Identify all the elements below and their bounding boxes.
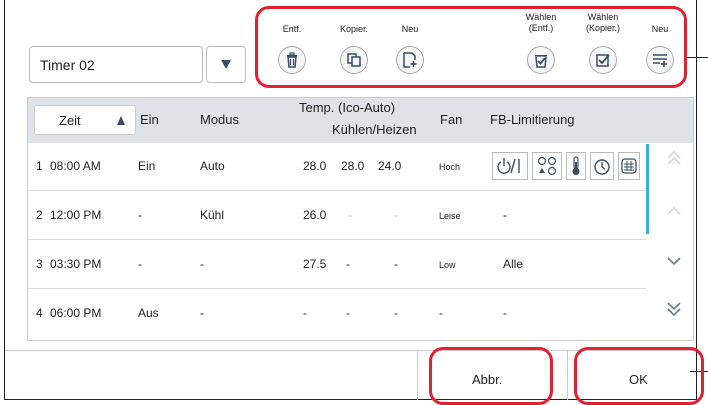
row-time: 06:00 PM xyxy=(50,306,102,320)
scroll-down-icon[interactable] xyxy=(664,251,684,271)
row-number: 3 xyxy=(36,257,43,271)
row-mode: Kühl xyxy=(200,208,225,222)
timer-select[interactable]: Timer 02 xyxy=(29,46,203,83)
header-temp: Temp. (Ico-Auto) xyxy=(299,100,396,115)
header-on: Ein xyxy=(140,112,159,127)
row-time: 08:00 AM xyxy=(50,159,101,173)
table-header: Zeit Ein Modus Temp. (Ico-Auto) Kühlen/H… xyxy=(28,98,693,143)
row-temp-2: - xyxy=(346,306,350,320)
row-number: 1 xyxy=(36,159,43,173)
row-time: 03:30 PM xyxy=(50,257,102,271)
select-copy-icon xyxy=(589,46,617,74)
row-fan: - xyxy=(439,306,443,320)
footer-separator xyxy=(417,351,418,400)
table-row[interactable]: 1 08:00 AM Ein Auto 28.0 28.0 24.0 Hoch xyxy=(28,143,646,191)
table-row[interactable]: 4 06:00 PM Aus - - - - - - xyxy=(28,290,646,338)
power-icon xyxy=(492,152,528,180)
header-temp-sub: Kühlen/Heizen xyxy=(332,122,417,137)
row-temp-1: 26.0 xyxy=(303,208,327,222)
row-temp-1: 28.0 xyxy=(303,159,327,173)
cancel-label: Abbr. xyxy=(472,372,503,387)
row-fan: Low xyxy=(439,260,456,270)
new-label: Neu xyxy=(401,24,419,34)
thermometer-icon xyxy=(566,152,586,180)
timer-dialog: Timer 02 Entf. Kopier. Neu Wählen (Entf.… xyxy=(0,0,708,405)
fan-grid-icon xyxy=(618,152,640,180)
ok-button[interactable]: OK xyxy=(577,352,701,400)
trash-icon xyxy=(278,46,306,74)
scroll-up-icon[interactable] xyxy=(664,201,684,221)
table-row[interactable]: 3 03:30 PM - - 27.5 - - Low Alle xyxy=(28,241,646,289)
scroll-top-icon[interactable] xyxy=(664,148,684,168)
delete-tool[interactable]: Entf. xyxy=(270,24,314,74)
timer-icon xyxy=(590,152,614,180)
add-list-icon xyxy=(646,46,674,74)
table-row[interactable]: 2 12:00 PM - Kühl 26.0 - - Leise - xyxy=(28,192,646,240)
footer-separator xyxy=(567,351,568,400)
header-time: Zeit xyxy=(59,113,81,128)
row-fb-limit: - xyxy=(503,208,507,222)
row-fb-limit: - xyxy=(503,306,507,320)
row-temp-3: - xyxy=(394,306,398,320)
select-delete-tool[interactable]: Wählen (Entf.) xyxy=(517,12,565,74)
timer-dropdown-button[interactable] xyxy=(206,46,246,83)
sort-up-icon xyxy=(117,116,125,125)
row-fb-limit: Alle xyxy=(503,257,524,271)
row-temp-2: - xyxy=(348,208,352,222)
select-copy-label: Wählen (Kopier.) xyxy=(585,12,620,33)
cancel-button[interactable]: Abbr. xyxy=(432,352,550,400)
row-mode: Auto xyxy=(200,159,225,173)
select-copy-tool[interactable]: Wählen (Kopier.) xyxy=(577,12,629,74)
new-list-tool[interactable]: Neu xyxy=(640,24,680,74)
scroll-bottom-icon[interactable] xyxy=(664,299,684,319)
row-fan: Hoch xyxy=(439,162,461,172)
new-tool[interactable]: Neu xyxy=(388,24,432,74)
header-fb-limit: FB-Limitierung xyxy=(490,112,575,127)
chevron-down-icon xyxy=(221,60,231,69)
ok-label: OK xyxy=(629,372,648,387)
row-number: 2 xyxy=(36,208,43,222)
header-fan: Fan xyxy=(440,112,463,127)
header-mode: Modus xyxy=(200,112,240,127)
copy-icon xyxy=(340,46,368,74)
schedule-table: Zeit Ein Modus Temp. (Ico-Auto) Kühlen/H… xyxy=(27,97,694,341)
new-file-icon xyxy=(396,46,424,74)
row-temp-3: 24.0 xyxy=(378,159,402,173)
row-temp-1: - xyxy=(303,306,307,320)
row-on: Aus xyxy=(138,306,159,320)
row-on: - xyxy=(138,208,142,222)
select-delete-icon xyxy=(527,46,555,74)
row-fan: Leise xyxy=(439,211,461,221)
row-on: - xyxy=(138,257,142,271)
row-on: Ein xyxy=(138,159,156,173)
row-time: 12:00 PM xyxy=(50,208,102,222)
delete-label: Entf. xyxy=(282,24,302,34)
row-mode: - xyxy=(200,257,204,271)
row-temp-1: 27.5 xyxy=(303,257,327,271)
callout-line xyxy=(685,57,708,58)
row-temp-3: - xyxy=(394,208,398,222)
sort-time-button[interactable]: Zeit xyxy=(34,105,136,135)
row-number: 4 xyxy=(36,306,43,320)
row-temp-2: - xyxy=(346,257,350,271)
row-mode: - xyxy=(200,306,204,320)
mode-icon xyxy=(532,152,562,180)
row-temp-3: - xyxy=(394,257,398,271)
copy-tool[interactable]: Kopier. xyxy=(330,24,378,74)
row-temp-2: 28.0 xyxy=(341,159,365,173)
copy-label: Kopier. xyxy=(339,24,369,34)
scrollbar[interactable] xyxy=(646,144,649,234)
new-list-label: Neu xyxy=(651,24,669,34)
select-delete-label: Wählen (Entf.) xyxy=(525,12,557,33)
fb-limit-icons xyxy=(492,152,640,180)
